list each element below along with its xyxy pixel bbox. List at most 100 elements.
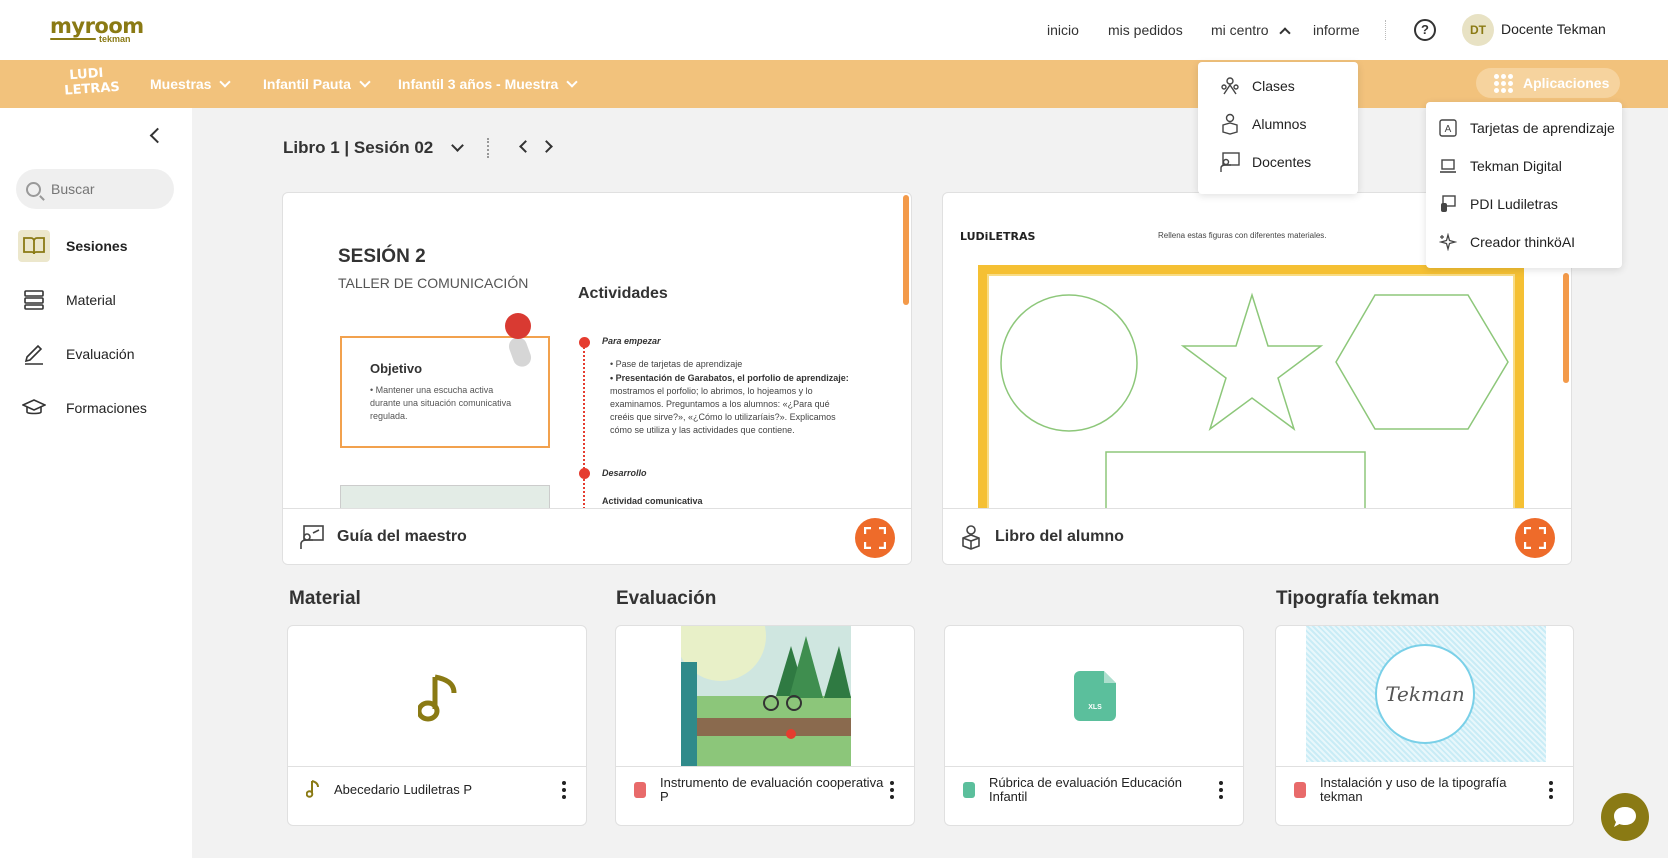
search-box[interactable] [16,169,174,209]
sidebar-item-formaciones[interactable]: Formaciones [18,390,188,426]
objective-title: Objetivo [370,361,423,376]
nav-inicio-label: inicio [1047,22,1079,38]
help-icon[interactable]: ? [1414,19,1436,41]
guia-maestro-card[interactable]: SESIÓN 2 TALLER DE COMUNICACIÓN Objetivo… [282,192,912,565]
next-session-icon[interactable] [540,140,553,153]
menu-infantil-3-anos[interactable]: Infantil 3 años - Muestra [398,76,578,92]
avatar[interactable]: DT [1462,14,1494,46]
music-note-icon [418,674,457,722]
material-card-instrumento[interactable]: Instrumento de evaluación cooperativa P [615,625,915,826]
material-footer: Instrumento de evaluación cooperativa P [616,766,914,825]
session-subtitle: TALLER DE COMUNICACIÓN [338,275,529,291]
more-options-icon[interactable] [1549,781,1553,799]
xls-label: XLS [1088,704,1102,711]
bullet-presentacion: • Presentación de Garabatos, el porfolio… [610,372,850,437]
guia-maestro-label: Guía del maestro [337,527,467,545]
forest-illustration [681,626,851,766]
ludiletras-logo[interactable]: LUDI LETRAS [63,65,120,102]
menu-muestras[interactable]: Muestras [150,76,232,92]
user-name[interactable]: Docente Tekman [1501,21,1606,37]
apps-grid-icon [1494,73,1513,93]
header-divider [487,138,489,158]
app-pdi-ludiletras[interactable]: PDI Ludiletras [1436,186,1558,222]
sidebar-item-evaluacion[interactable]: Evaluación [18,336,188,372]
nav-mis-pedidos[interactable]: mis pedidos [1108,0,1183,60]
chevron-down-icon[interactable] [451,139,464,152]
page-illustration [340,485,550,509]
file-icon [634,782,646,798]
file-icon [1294,782,1306,798]
step-para-empezar: Para empezar [602,336,661,346]
menu-infantil-pauta[interactable]: Infantil Pauta [263,76,371,92]
sidebar-item-sesiones[interactable]: Sesiones [18,228,188,264]
tekman-script-text: Tekman [1375,644,1475,744]
myroom-logo[interactable]: myroom tekman [50,16,144,44]
material-card-tipografia[interactable]: Tekman Instalación y uso de la tipografí… [1275,625,1574,826]
top-navbar: myroom tekman inicio mis pedidos mi cent… [0,0,1668,60]
nav-informe-label: informe [1313,22,1360,38]
material-thumbnail: Tekman [1276,626,1573,766]
expand-guia-button[interactable] [855,518,895,558]
bullet-presentacion-text: mostramos el porfolio; lo abrimos, lo ho… [610,386,836,435]
previous-session-icon[interactable] [519,140,532,153]
menu-item-docentes[interactable]: Docentes [1218,144,1311,180]
activities-title: Actividades [578,285,668,302]
more-options-icon[interactable] [1219,781,1223,799]
nav-mi-centro[interactable]: mi centro [1211,0,1291,60]
book-icon [18,230,50,262]
touch-board-icon [1436,195,1460,213]
nav-mis-pedidos-label: mis pedidos [1108,22,1183,38]
libro-alumno-footer: Libro del alumno [943,508,1571,564]
material-title: Abecedario Ludiletras P [334,782,473,797]
aplicaciones-dropdown: A Tarjetas de aprendizaje Tekman Digital… [1426,102,1622,268]
step-desarrollo: Desarrollo [602,468,647,478]
student-icon [1218,113,1242,135]
material-card-rubrica[interactable]: XLS Rúbrica de evaluación Educación Infa… [944,625,1244,826]
chevron-down-icon [359,76,371,88]
material-footer: Rúbrica de evaluación Educación Infantil [945,766,1243,825]
app-tarjetas-aprendizaje[interactable]: A Tarjetas de aprendizaje [1436,110,1615,146]
sidebar-item-label: Evaluación [66,346,135,362]
preview-scrollbar[interactable] [1563,273,1569,383]
more-options-icon[interactable] [562,781,566,799]
chevron-down-icon [566,76,578,88]
music-note-icon [305,779,320,801]
bullet-tarjetas: • Pase de tarjetas de aprendizaje [610,359,743,369]
search-icon [26,181,41,197]
bullet-presentacion-bold: • Presentación de Garabatos, el porfolio… [610,373,849,383]
menu-infantil-3-anos-label: Infantil 3 años - Muestra [398,76,559,92]
nav-inicio[interactable]: inicio [1047,0,1079,60]
material-card-abecedario[interactable]: Abecedario Ludiletras P [287,625,587,826]
logo-subtext: tekman [99,34,131,44]
svg-text:A: A [1445,124,1452,135]
book-session-title: Libro 1 | Sesión 02 [283,138,434,157]
menu-item-clases[interactable]: Clases [1218,68,1295,104]
preview-scrollbar[interactable] [903,195,909,305]
graduation-cap-icon [18,392,50,424]
material-thumbnail [616,626,914,766]
logo-underline [50,38,96,40]
app-tekman-digital[interactable]: Tekman Digital [1436,148,1562,184]
menu-item-label: Clases [1252,78,1295,94]
chevron-up-icon [1278,26,1291,39]
aplicaciones-button[interactable]: Aplicaciones [1476,68,1620,98]
letter-card-icon: A [1436,119,1460,137]
menu-item-label: Alumnos [1252,116,1307,132]
material-thumbnail: XLS [945,626,1243,766]
fullscreen-icon [864,527,886,549]
expand-libro-button[interactable] [1515,518,1555,558]
app-creador-thinkoai[interactable]: Creador thinköAI [1436,224,1575,260]
people-group-icon [1218,76,1242,96]
collapse-sidebar-icon[interactable] [149,127,166,144]
menu-item-alumnos[interactable]: Alumnos [1218,106,1306,142]
chat-button[interactable] [1601,793,1649,841]
pencil-icon [18,338,50,370]
nav-informe[interactable]: informe [1313,0,1360,60]
laptop-icon [1436,158,1460,174]
app-label: Tekman Digital [1470,158,1562,174]
sidebar-item-material[interactable]: Material [18,282,188,318]
more-options-icon[interactable] [890,781,894,799]
search-input[interactable] [51,181,161,197]
sparkle-icon [1436,233,1460,251]
timeline-line [583,343,585,509]
